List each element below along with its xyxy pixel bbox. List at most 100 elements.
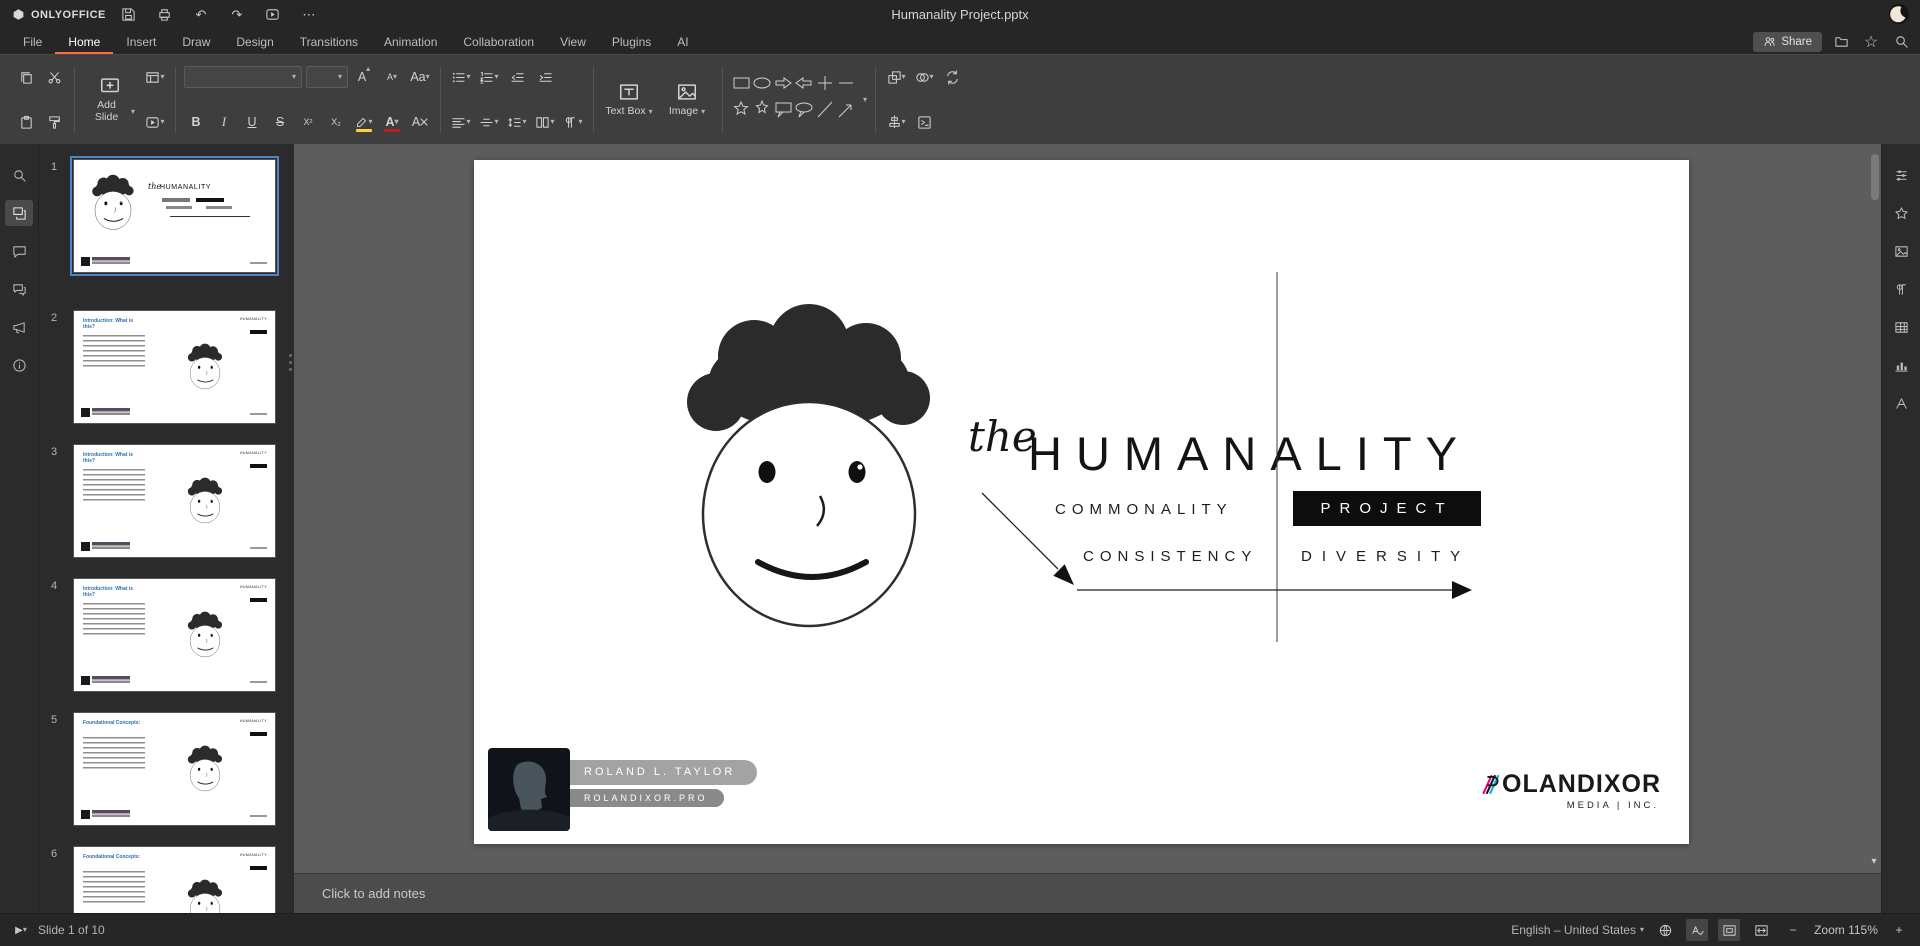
tab-design[interactable]: Design: [223, 29, 286, 54]
tab-animation[interactable]: Animation: [371, 29, 450, 54]
horizontal-align-button[interactable]: ▾: [449, 110, 473, 134]
author-photo[interactable]: [488, 748, 570, 831]
superscript-button[interactable]: X²: [296, 110, 320, 134]
panel-resize-handle[interactable]: [288, 354, 292, 380]
start-slideshow-statusbar-button[interactable]: ▶▾: [10, 919, 32, 941]
chart-settings-button[interactable]: [1887, 352, 1915, 378]
fit-to-width-button[interactable]: [1750, 919, 1772, 941]
slide-commonality-label[interactable]: COMMONALITY: [1055, 501, 1233, 518]
tab-draw[interactable]: Draw: [169, 29, 223, 54]
tab-collaboration[interactable]: Collaboration: [450, 29, 547, 54]
share-button[interactable]: Share: [1753, 32, 1822, 52]
merge-shapes-button[interactable]: ▾: [912, 65, 936, 89]
image-settings-button[interactable]: [1887, 238, 1915, 264]
tab-transitions[interactable]: Transitions: [287, 29, 371, 54]
favorite-button[interactable]: ☆: [1860, 32, 1882, 52]
about-button[interactable]: [5, 352, 33, 378]
zoom-out-button[interactable]: −: [1782, 919, 1804, 941]
slide-thumbnail-6[interactable]: Foundational Concepts: HUMANALITY: [73, 846, 276, 913]
zoom-in-button[interactable]: +: [1888, 919, 1910, 941]
tab-plugins[interactable]: Plugins: [599, 29, 664, 54]
open-file-location-button[interactable]: [1830, 32, 1852, 52]
highlight-color-button[interactable]: ▾: [352, 110, 376, 134]
fit-to-slide-button[interactable]: [1718, 919, 1740, 941]
tab-home[interactable]: Home: [55, 29, 113, 54]
vertical-align-button[interactable]: ▾: [477, 110, 501, 134]
author-site-badge[interactable]: ROLANDIXOR.PRO: [570, 789, 724, 807]
print-button[interactable]: [152, 4, 178, 26]
subscript-button[interactable]: X₂: [324, 110, 348, 134]
slide-thumbnail-5[interactable]: Foundational Concepts: HUMANALITY: [73, 712, 276, 826]
line-spacing-button[interactable]: ▾: [505, 110, 529, 134]
cut-button[interactable]: [42, 65, 66, 89]
shapes-more-button[interactable]: ▾: [863, 96, 867, 104]
slide-script-word[interactable]: the: [968, 412, 1037, 461]
slide-consistency-label[interactable]: CONSISTENCY: [1083, 548, 1257, 565]
slide-diversity-label[interactable]: DIVERSITY: [1301, 548, 1470, 565]
save-button[interactable]: [116, 4, 142, 26]
font-name-select[interactable]: ▾: [184, 66, 302, 88]
paste-button[interactable]: [14, 110, 38, 134]
align-objects-button[interactable]: ▾: [884, 110, 908, 134]
clear-style-button[interactable]: A: [408, 110, 432, 134]
slide-project-box[interactable]: PROJECT: [1293, 491, 1481, 526]
table-settings-button[interactable]: [1887, 314, 1915, 340]
replace-button[interactable]: [940, 65, 964, 89]
columns-button[interactable]: ▾: [533, 110, 557, 134]
next-slide-button[interactable]: ▾: [1868, 853, 1880, 869]
increase-indent-button[interactable]: [533, 65, 557, 89]
scrollbar-thumb[interactable]: [1871, 154, 1879, 200]
italic-button[interactable]: I: [212, 110, 236, 134]
slide-thumbnail-2[interactable]: Introduction: What is this? HUMANALITY: [73, 310, 276, 424]
search-button[interactable]: [1890, 32, 1912, 52]
chat-panel-button[interactable]: [5, 276, 33, 302]
change-layout-button[interactable]: ▾: [143, 65, 167, 89]
start-slideshow-button[interactable]: [260, 4, 286, 26]
bold-button[interactable]: B: [184, 110, 208, 134]
slide-thumbnail-4[interactable]: Introduction: What is this? HUMANALITY: [73, 578, 276, 692]
strikeout-button[interactable]: S: [268, 110, 292, 134]
rolandixor-logo[interactable]: OLANDIXOR MEDIA | INC.: [1479, 772, 1661, 811]
tab-view[interactable]: View: [547, 29, 599, 54]
numbering-button[interactable]: ▾: [477, 65, 501, 89]
change-case-button[interactable]: Aa▾: [408, 65, 432, 89]
font-color-button[interactable]: A▾: [380, 110, 404, 134]
document-language-button[interactable]: [1654, 919, 1676, 941]
increase-font-button[interactable]: A▴: [352, 65, 376, 89]
language-selector[interactable]: English – United States▾: [1511, 923, 1644, 937]
spell-check-button[interactable]: [1686, 919, 1708, 941]
textart-settings-button[interactable]: [1887, 390, 1915, 416]
font-size-select[interactable]: ▾: [306, 66, 348, 88]
macros-button[interactable]: [912, 110, 936, 134]
text-box-button[interactable]: Text Box▾: [602, 79, 656, 120]
underline-button[interactable]: U: [240, 110, 264, 134]
shape-settings-button[interactable]: [1887, 200, 1915, 226]
image-button[interactable]: Image▾: [660, 79, 714, 120]
slide-thumbnail-3[interactable]: Introduction: What is this? HUMANALITY: [73, 444, 276, 558]
face-illustration[interactable]: [674, 300, 944, 640]
format-painter-button[interactable]: [42, 110, 66, 134]
slide-settings-button[interactable]: [1887, 162, 1915, 188]
more-actions-button[interactable]: ⋯: [296, 4, 322, 26]
tab-insert[interactable]: Insert: [113, 29, 169, 54]
slides-panel-button[interactable]: [5, 200, 33, 226]
text-direction-button[interactable]: ▾: [561, 110, 585, 134]
user-avatar[interactable]: [1888, 3, 1910, 25]
undo-button[interactable]: ↶: [188, 4, 214, 26]
shapes-gallery[interactable]: [731, 71, 861, 128]
decrease-indent-button[interactable]: [505, 65, 529, 89]
slide-main-title[interactable]: HUMANALITY: [1028, 426, 1471, 481]
slide-editor[interactable]: the HUMANALITY COMMONALITY PROJECT CONSI…: [474, 160, 1689, 844]
paragraph-settings-button[interactable]: [1887, 276, 1915, 302]
add-slide-button[interactable]: Add Slide▾: [83, 64, 137, 135]
comments-panel-button[interactable]: [5, 238, 33, 264]
notes-area[interactable]: Click to add notes: [294, 873, 1881, 913]
slide-thumbnail-1[interactable]: the HUMANALITY: [73, 159, 276, 273]
find-panel-button[interactable]: [5, 162, 33, 188]
redo-button[interactable]: ↷: [224, 4, 250, 26]
preview-button[interactable]: ▾: [143, 110, 167, 134]
tab-ai[interactable]: AI: [664, 29, 701, 54]
feedback-button[interactable]: [5, 314, 33, 340]
author-name-badge[interactable]: ROLAND L. TAYLOR: [570, 760, 757, 785]
bullets-button[interactable]: ▾: [449, 65, 473, 89]
